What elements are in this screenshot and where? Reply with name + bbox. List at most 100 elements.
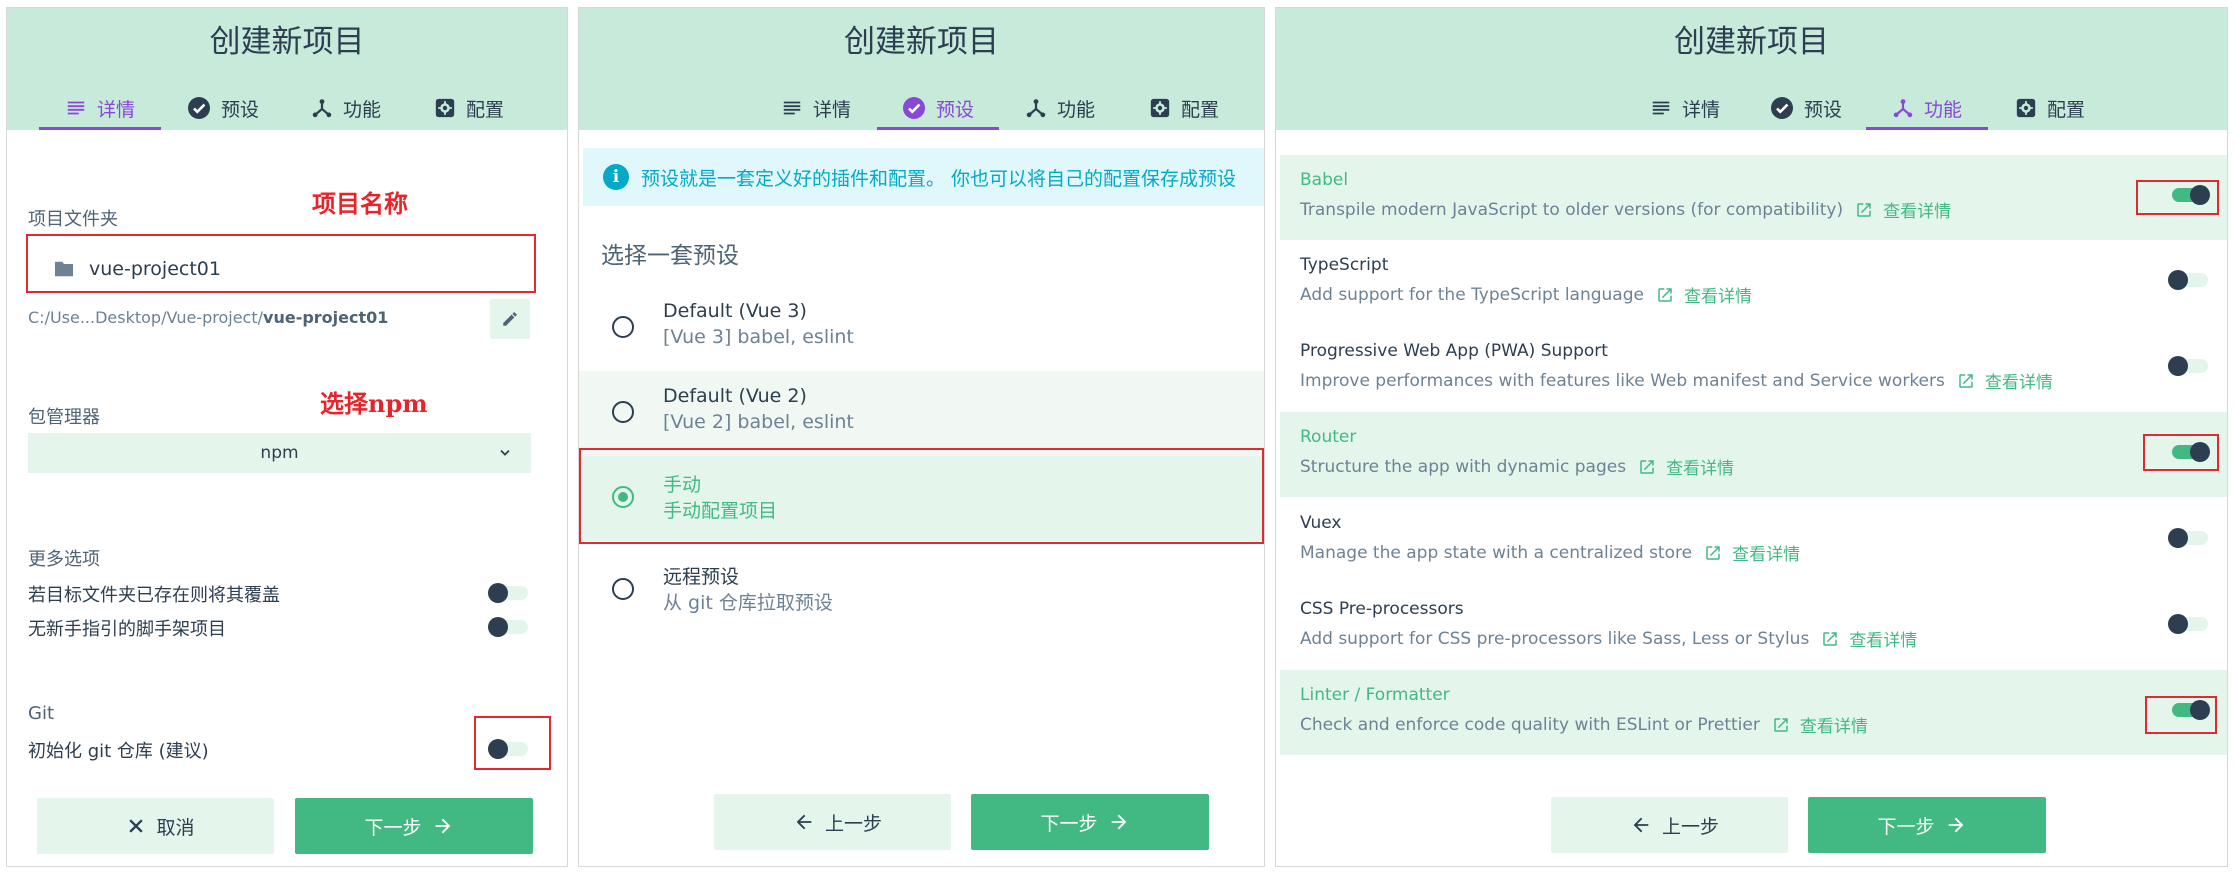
feature-details-link[interactable]: 查看详情 — [1732, 540, 1800, 565]
package-manager-select[interactable]: npm — [28, 433, 531, 473]
external-link-icon — [1704, 544, 1722, 562]
previous-button[interactable]: 上一步 — [1551, 797, 1788, 853]
vuex-toggle[interactable] — [2168, 528, 2210, 548]
tab-presets[interactable]: 预设 — [877, 86, 999, 130]
page-title: 创建新项目 — [844, 24, 999, 60]
preset-option-selected[interactable]: 手动 手动配置项目 — [579, 456, 1264, 541]
feature-details-link[interactable]: 查看详情 — [1985, 368, 2053, 393]
feature-name: Linter / Formatter — [1300, 685, 1450, 705]
info-banner: i 预设就是一套定义好的插件和配置。 你也可以将自己的配置保存成预设 — [583, 148, 1264, 206]
preset-option[interactable]: 远程预设 从 git 仓库拉取预设 — [579, 548, 1264, 633]
settings-icon — [1149, 97, 1171, 119]
radio-button[interactable] — [612, 401, 634, 423]
tab-label: 预设 — [220, 98, 259, 121]
feature-details-link[interactable]: 查看详情 — [1684, 282, 1752, 307]
css-preprocessors-toggle[interactable] — [2168, 614, 2210, 634]
feature-name: CSS Pre-processors — [1300, 599, 1464, 619]
feature-row-pwa: Progressive Web App (PWA) Support Improv… — [1280, 326, 2227, 411]
preset-option[interactable]: Default (Vue 3) [Vue 3] babel, eslint — [579, 286, 1264, 371]
feature-details-link[interactable]: 查看详情 — [1800, 712, 1868, 737]
tab-features[interactable]: 功能 — [285, 86, 407, 130]
chevron-down-icon — [500, 450, 510, 456]
feature-description: Structure the app with dynamic pages 查看详… — [1300, 454, 1734, 480]
tab-config[interactable]: 配置 — [1988, 86, 2112, 130]
feature-details-link[interactable]: 查看详情 — [1883, 197, 1951, 222]
linter-toggle[interactable] — [2168, 700, 2210, 720]
list-icon — [781, 97, 803, 119]
list-icon — [65, 97, 87, 119]
tab-label: 功能 — [1056, 98, 1095, 121]
fork-icon — [1025, 97, 1047, 119]
fork-icon — [1892, 97, 1914, 119]
radio-button-selected[interactable] — [612, 486, 634, 508]
overwrite-option-label: 若目标文件夹已存在则将其覆盖 — [28, 585, 280, 606]
edit-path-button[interactable] — [490, 299, 530, 339]
fork-icon — [311, 97, 333, 119]
tab-features[interactable]: 功能 — [1866, 86, 1988, 130]
git-init-label: 初始化 git 仓库 (建议) — [28, 741, 209, 762]
typescript-toggle[interactable] — [2168, 270, 2210, 290]
git-init-toggle[interactable] — [488, 739, 530, 759]
project-name-field[interactable]: vue-project01 — [31, 241, 531, 297]
tab-presets[interactable]: 预设 — [1746, 86, 1866, 130]
arrow-left-icon — [1630, 814, 1652, 836]
feature-description: Manage the app state with a centralized … — [1300, 540, 1800, 566]
tab-label: 配置 — [2046, 98, 2085, 121]
no-guide-toggle[interactable] — [488, 617, 530, 637]
tab-config[interactable]: 配置 — [1121, 86, 1247, 130]
tab-config[interactable]: 配置 — [407, 86, 531, 130]
pencil-icon — [503, 312, 517, 326]
feature-row-vuex: Vuex Manage the app state with a central… — [1280, 498, 2227, 583]
feature-description: Add support for the TypeScript language … — [1300, 282, 1752, 308]
git-label: Git — [28, 703, 55, 724]
next-button[interactable]: 下一步 — [1808, 797, 2046, 853]
feature-details-link[interactable]: 查看详情 — [1849, 626, 1917, 651]
tab-label: 配置 — [465, 98, 504, 121]
preset-description: [Vue 3] babel, eslint — [663, 326, 854, 348]
preset-description: 从 git 仓库拉取预设 — [663, 592, 833, 614]
radio-button[interactable] — [612, 316, 634, 338]
page-title: 创建新项目 — [209, 24, 365, 60]
folder-label: 项目文件夹 — [28, 209, 118, 230]
preset-name: 手动 — [663, 474, 702, 496]
tab-label: 预设 — [935, 98, 974, 121]
info-icon: i — [603, 164, 629, 190]
feature-details-link[interactable]: 查看详情 — [1666, 454, 1734, 479]
details-panel: 创建新项目 详情 预设 功能 配置 项目名称 项目文件夹 vue-project… — [6, 7, 568, 867]
arrow-left-icon — [793, 811, 815, 833]
feature-description: Transpile modern JavaScript to older ver… — [1300, 197, 1951, 223]
feature-description: Check and enforce code quality with ESLi… — [1300, 712, 1868, 738]
tab-details[interactable]: 详情 — [755, 86, 877, 130]
tab-details[interactable]: 详情 — [1624, 86, 1746, 130]
tab-features[interactable]: 功能 — [999, 86, 1121, 130]
feature-name: TypeScript — [1300, 255, 1389, 275]
project-name-value: vue-project01 — [89, 258, 221, 280]
annotation-project-name: 项目名称 — [312, 189, 408, 218]
router-toggle[interactable] — [2168, 442, 2210, 462]
previous-button[interactable]: 上一步 — [714, 794, 951, 850]
external-link-icon — [1957, 372, 1975, 390]
pwa-toggle[interactable] — [2168, 356, 2210, 376]
preset-option[interactable]: Default (Vue 2) [Vue 2] babel, eslint — [579, 371, 1264, 456]
tab-label: 详情 — [96, 98, 135, 121]
feature-description: Improve performances with features like … — [1300, 368, 2053, 394]
tab-details[interactable]: 详情 — [39, 86, 161, 130]
cancel-button[interactable]: 取消 — [37, 798, 274, 854]
overwrite-toggle[interactable] — [488, 583, 530, 603]
next-button[interactable]: 下一步 — [295, 798, 533, 854]
tab-bar: 详情 预设 功能 配置 — [39, 86, 531, 130]
tab-presets[interactable]: 预设 — [161, 86, 285, 130]
babel-toggle[interactable] — [2168, 185, 2210, 205]
external-link-icon — [1656, 286, 1674, 304]
radio-button[interactable] — [612, 578, 634, 600]
external-link-icon — [1855, 201, 1873, 219]
arrow-right-icon — [1945, 814, 1967, 836]
list-icon — [1650, 97, 1672, 119]
tab-bar: 详情 预设 功能 配置 — [1624, 86, 2112, 130]
section-title: 选择一套预设 — [601, 243, 739, 269]
next-button[interactable]: 下一步 — [971, 794, 1209, 850]
feature-name: Babel — [1300, 170, 1349, 190]
panel-header: 创建新项目 详情 预设 功能 配置 — [7, 8, 567, 130]
feature-row-linter: Linter / Formatter Check and enforce cod… — [1280, 670, 2227, 755]
feature-row-router: Router Structure the app with dynamic pa… — [1280, 412, 2227, 497]
